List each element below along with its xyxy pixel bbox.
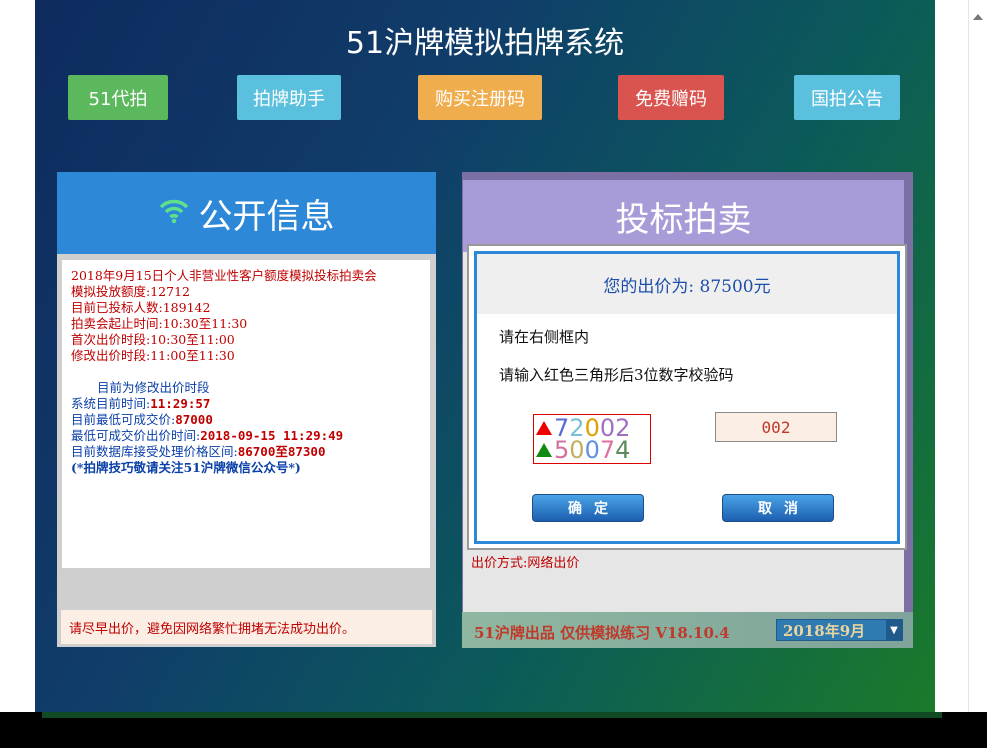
lowest-price-label: 目前最低可成交价: bbox=[71, 412, 176, 427]
public-info-header: 公开信息 bbox=[57, 172, 436, 254]
bid-method: 出价方式:网络出价 bbox=[471, 556, 580, 571]
page-title: 51沪牌模拟拍牌系统 bbox=[345, 26, 625, 61]
version-text: 51沪牌出品 仅供模拟练习 V18.10.4 bbox=[474, 624, 730, 642]
lowest-time-label: 最低可成交价出价时间: bbox=[71, 428, 201, 443]
month-select[interactable]: 2018年9月 ▼ bbox=[776, 619, 903, 641]
captcha-digit: 0 bbox=[584, 436, 600, 464]
quota: 模拟投放额度:12712 bbox=[71, 284, 190, 299]
bid-panel-title: 投标拍卖 bbox=[463, 180, 904, 252]
nav-button-buy-code[interactable]: 购买注册码 bbox=[418, 75, 542, 120]
cancel-button[interactable]: 取消 bbox=[722, 494, 834, 522]
current-phase: 目前为修改出价时段 bbox=[97, 380, 210, 395]
captcha-digit: 4 bbox=[615, 436, 631, 464]
bid-price-text: 您的出价为: 87500元 bbox=[477, 254, 897, 314]
bottom-accent bbox=[42, 712, 942, 718]
chevron-down-icon[interactable]: ▼ bbox=[886, 620, 902, 640]
nav-button-bid-assistant[interactable]: 拍牌助手 bbox=[237, 75, 341, 120]
bid-panel-footer: 51沪牌出品 仅供模拟练习 V18.10.4 2018年9月 ▼ bbox=[462, 612, 913, 648]
system-time-label: 系统目前时间: bbox=[71, 396, 151, 411]
wifi-icon bbox=[159, 193, 189, 233]
captcha-row-2: 50074 bbox=[536, 436, 631, 464]
lowest-price: 87000 bbox=[175, 412, 213, 427]
captcha-digit: 0 bbox=[569, 436, 585, 464]
first-bid-time: 首次出价时段:10:30至11:00 bbox=[71, 332, 235, 347]
captcha-image: 72002 50074 bbox=[533, 414, 651, 464]
red-triangle-icon bbox=[536, 421, 552, 435]
lowest-time: 2018-09-15 11:29:49 bbox=[200, 428, 344, 443]
price-range: 86700至87300 bbox=[237, 444, 326, 459]
captcha-code-input[interactable] bbox=[715, 412, 837, 442]
scroll-up-arrow-icon[interactable] bbox=[973, 14, 983, 20]
nav-button-proxy-bid[interactable]: 51代拍 bbox=[68, 75, 168, 120]
bidders-count: 目前已投标人数:189142 bbox=[71, 300, 211, 315]
warning-message: 请尽早出价，避免因网络繁忙拥堵无法成功出价。 bbox=[61, 610, 432, 644]
captcha-digit: 5 bbox=[554, 436, 570, 464]
scrollbar[interactable] bbox=[968, 0, 987, 712]
promo-text: (*拍牌技巧敬请关注51沪牌微信公众号*) bbox=[71, 460, 301, 475]
instruction-line-1: 请在右侧框内 bbox=[499, 328, 590, 346]
captcha-dialog: 您的出价为: 87500元 请在右侧框内 请输入红色三角形后3位数字校验码 72… bbox=[467, 244, 907, 550]
price-range-label: 目前数据库接受处理价格区间: bbox=[71, 444, 238, 459]
modify-bid-time: 修改出价时段:11:00至11:30 bbox=[71, 348, 235, 363]
public-info-title: 公开信息 bbox=[198, 196, 335, 237]
confirm-button[interactable]: 确定 bbox=[532, 494, 644, 522]
public-info-body: 2018年9月15日个人非营业性客户额度模拟投标拍卖会 模拟投放额度:12712… bbox=[57, 254, 436, 647]
auction-name: 2018年9月15日个人非营业性客户额度模拟投标拍卖会 bbox=[71, 268, 377, 283]
captcha-dialog-inner: 您的出价为: 87500元 请在右侧框内 请输入红色三角形后3位数字校验码 72… bbox=[474, 251, 900, 544]
green-triangle-icon bbox=[536, 443, 552, 457]
month-select-value: 2018年9月 bbox=[783, 621, 866, 640]
instruction-line-2: 请输入红色三角形后3位数字校验码 bbox=[499, 366, 734, 384]
auction-time: 拍卖会起止时间:10:30至11:30 bbox=[71, 316, 248, 331]
bottom-bar bbox=[0, 712, 987, 748]
system-time: 11:29:57 bbox=[150, 396, 211, 411]
captcha-digit: 7 bbox=[599, 436, 616, 464]
info-text-box: 2018年9月15日个人非营业性客户额度模拟投标拍卖会 模拟投放额度:12712… bbox=[62, 260, 430, 568]
nav-button-announcement[interactable]: 国拍公告 bbox=[794, 75, 900, 120]
nav-button-free-code[interactable]: 免费赠码 bbox=[618, 75, 724, 120]
